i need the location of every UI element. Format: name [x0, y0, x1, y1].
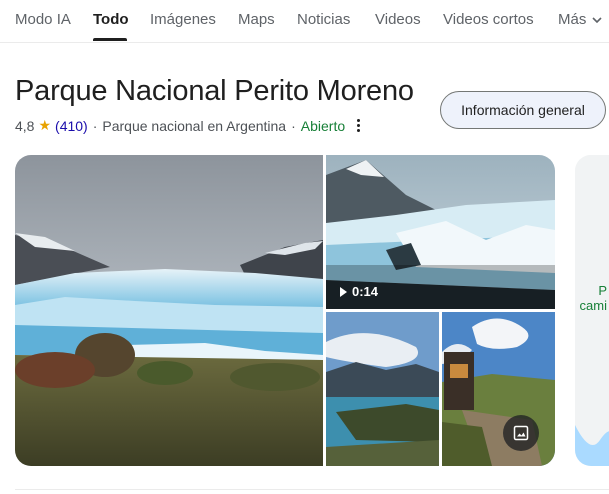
video-duration-badge: 0:14: [340, 284, 378, 299]
tab-modo-ia[interactable]: Modo IA: [15, 11, 71, 28]
tab-videos-cortos[interactable]: Videos cortos: [443, 11, 534, 28]
star-icon: ★: [38, 117, 52, 133]
place-category: Parque nacional en Argentina: [102, 117, 287, 134]
side-map-label: P cami: [577, 283, 607, 313]
divider: [15, 489, 609, 490]
place-title: Parque Nacional Perito Moreno: [15, 75, 414, 107]
tab-mas[interactable]: Más: [558, 11, 602, 28]
cabin-photo: [442, 312, 555, 466]
tab-noticias[interactable]: Noticias: [297, 11, 350, 28]
video-duration: 0:14: [352, 284, 379, 299]
review-count-link[interactable]: (410): [55, 118, 88, 134]
side-map-label-line1: P: [598, 283, 607, 298]
tab-imagenes[interactable]: Imágenes: [150, 11, 216, 28]
tab-todo[interactable]: Todo: [93, 11, 129, 28]
tab-videos[interactable]: Videos: [375, 11, 421, 28]
place-meta: 4,8 ★ (410) · Parque nacional en Argenti…: [15, 117, 361, 134]
gallery-main-image[interactable]: [15, 155, 323, 466]
tab-maps[interactable]: Maps: [238, 11, 275, 28]
chevron-down-icon: [592, 17, 602, 24]
more-options-icon[interactable]: [357, 119, 361, 132]
rating-value: 4,8: [15, 117, 35, 134]
lake-photo: [326, 312, 439, 466]
overview-button[interactable]: Información general: [440, 91, 606, 129]
gallery-cabin-image[interactable]: [442, 312, 555, 466]
gallery-video[interactable]: 0:14: [326, 155, 555, 309]
active-tab-indicator: [93, 38, 127, 41]
view-images-button[interactable]: [503, 415, 539, 451]
side-map-label-line2: cami: [579, 298, 607, 313]
play-icon: [340, 286, 347, 297]
open-status: Abierto: [300, 117, 346, 134]
separator: ·: [291, 117, 296, 134]
separator: ·: [92, 117, 98, 134]
tab-mas-label: Más: [558, 11, 587, 28]
glacier-photo: [15, 155, 323, 466]
gallery-lake-image[interactable]: [326, 312, 439, 466]
search-tabs: Modo IA Todo Imágenes Maps Noticias Vide…: [0, 0, 609, 43]
image-icon: [513, 425, 529, 441]
